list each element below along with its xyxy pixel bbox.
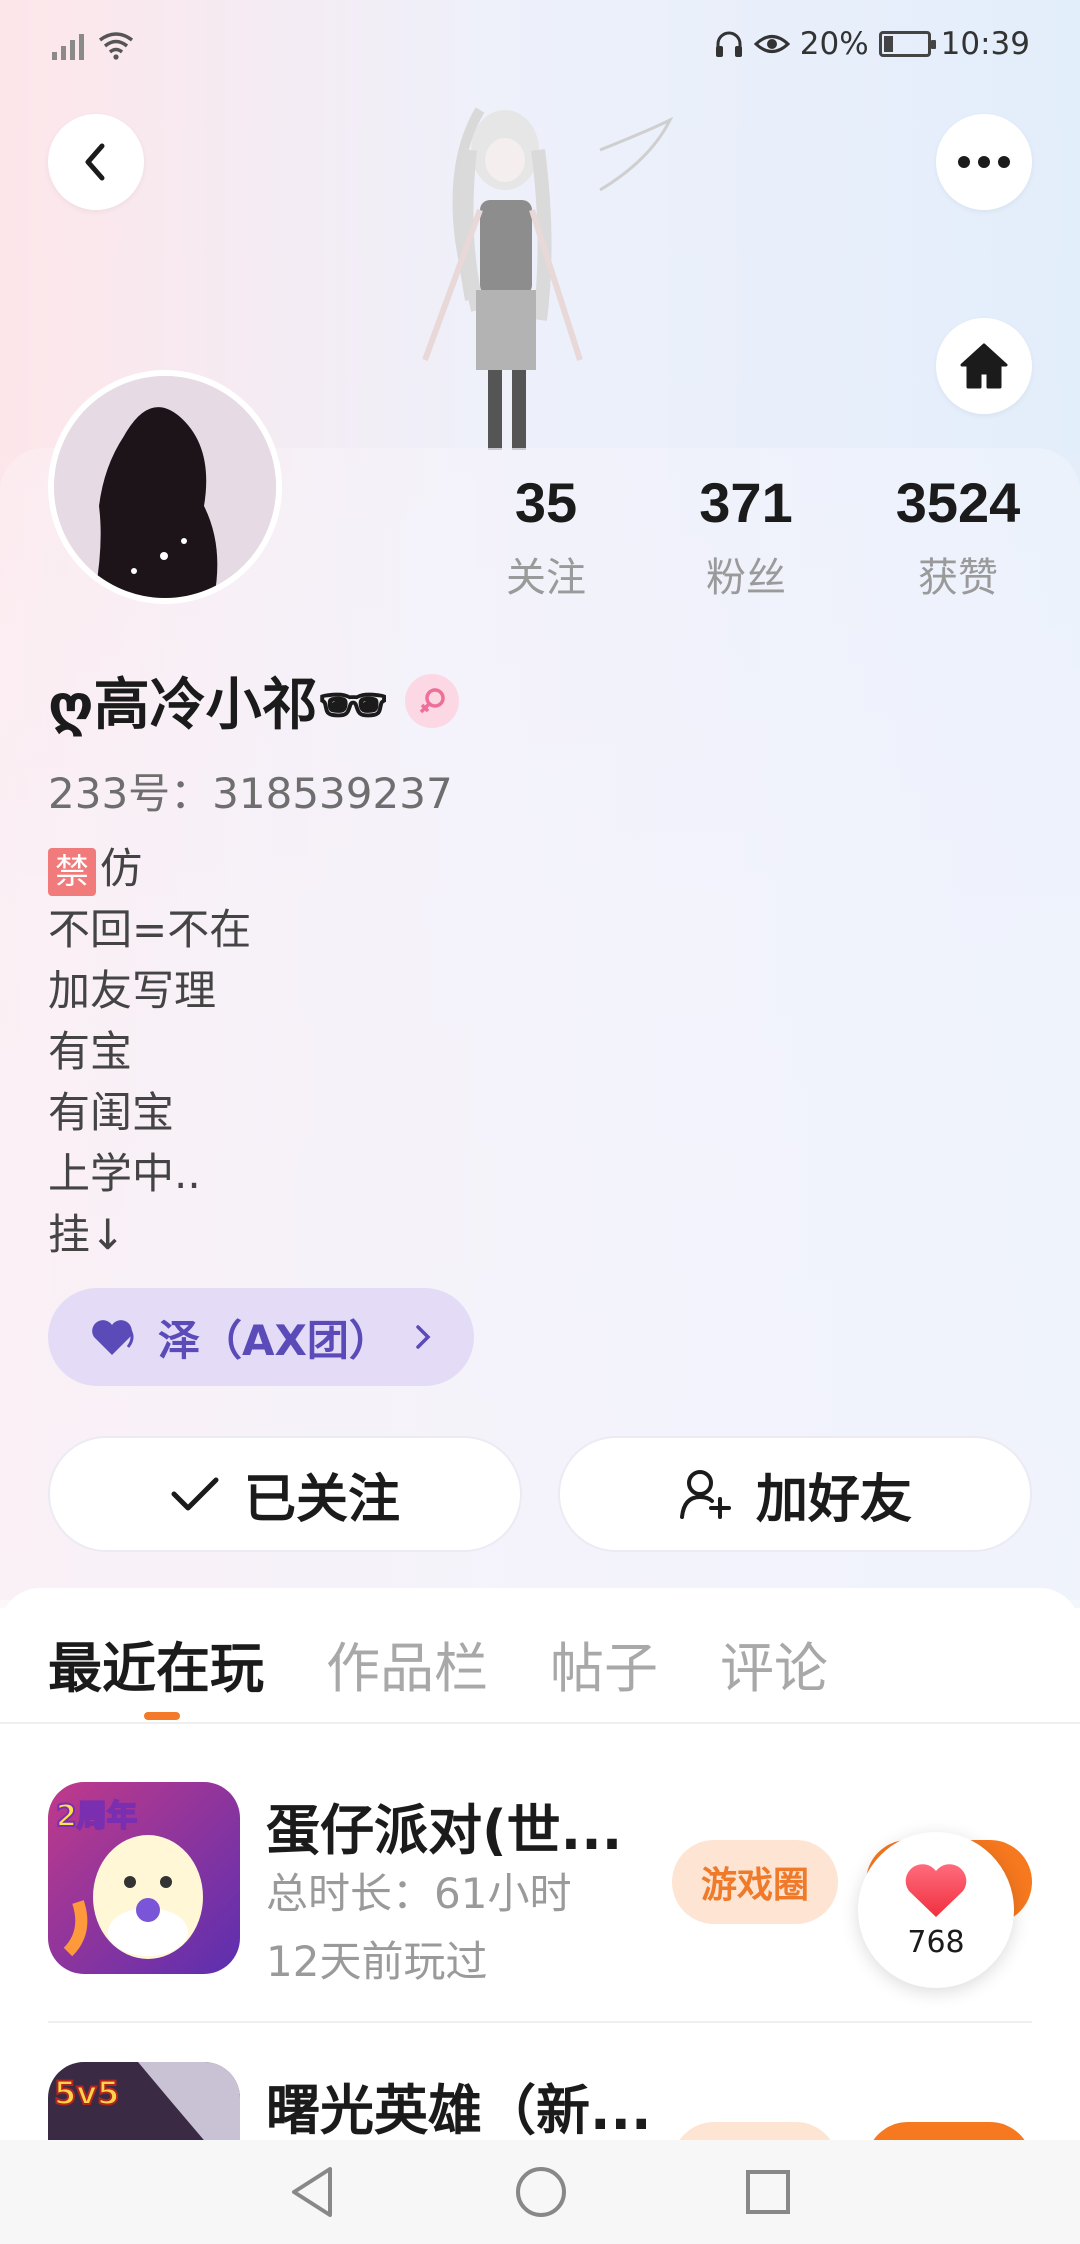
svg-text:2周年: 2周年 [56, 1799, 137, 1834]
avatar[interactable] [48, 370, 282, 604]
home-button[interactable] [936, 318, 1032, 414]
tab-posts[interactable]: 帖子 [550, 1624, 658, 1703]
ban-mark: 禁 [48, 847, 96, 896]
nav-back-icon[interactable] [288, 2165, 338, 2219]
svg-text:5v5: 5v5 [54, 2074, 119, 2112]
nav-recents-icon[interactable] [744, 2168, 792, 2216]
like-float-button[interactable]: 768 [858, 1832, 1014, 1988]
user-id: 233号：318539237 [48, 769, 453, 818]
female-gender-icon [404, 673, 459, 728]
game-duration: 总时长：61小时 [266, 1869, 572, 1918]
tab-indicator [144, 1712, 180, 1720]
heart-icon [905, 1863, 967, 1917]
group-name: 泽（AX团） [158, 1315, 391, 1365]
battery-percent: 20% [799, 26, 869, 62]
system-nav-bar [0, 2140, 1080, 2244]
profile-screen: 20% 10:39 35 关注 371 粉丝 3524 获赞 ღ高冷小祁🕶 23… [0, 0, 1080, 2244]
chevron-right-icon [416, 1325, 431, 1349]
like-count: 768 [907, 1924, 965, 1960]
stat-followers[interactable]: 371 粉丝 [646, 470, 846, 603]
battery-icon [878, 31, 936, 57]
more-dots-icon [958, 156, 1010, 168]
tab-works[interactable]: 作品栏 [326, 1624, 488, 1703]
more-button[interactable] [936, 114, 1032, 210]
game-icon-eggy-party[interactable]: 2周年 [48, 1782, 240, 1974]
following-button[interactable]: 已关注 [48, 1436, 522, 1552]
tab-recent-play[interactable]: 最近在玩 [48, 1624, 264, 1703]
add-user-icon [679, 1470, 731, 1519]
list-item[interactable]: 5v5 曙光英雄（新... [48, 2062, 1032, 2140]
heart-badge-icon [92, 1320, 134, 1355]
nav-home-icon[interactable] [514, 2165, 568, 2219]
bio: 禁仿 不回=不在 加友写理 有宝 有闺宝 上学中.. 挂↓ [48, 844, 252, 1259]
group-chip[interactable]: 泽（AX团） [48, 1288, 474, 1386]
stat-likes[interactable]: 3524 获赞 [858, 470, 1058, 603]
tab-bar: 最近在玩 作品栏 帖子 评论 [48, 1624, 828, 1703]
check-icon [171, 1477, 219, 1511]
game-circle-button[interactable] [672, 2122, 838, 2140]
game-last-played: 12天前玩过 [266, 1937, 488, 1986]
signal-icon [52, 30, 84, 60]
game-icon-dawn-hero[interactable]: 5v5 [48, 2062, 240, 2140]
status-bar: 20% 10:39 [0, 0, 1080, 96]
game-title: 蛋仔派对(世... [266, 1799, 623, 1862]
game-title: 曙光英雄（新... [266, 2079, 652, 2140]
add-friend-button[interactable]: 加好友 [558, 1436, 1032, 1552]
clock: 10:39 [940, 26, 1030, 62]
headphones-icon [715, 31, 742, 57]
game-circle-button[interactable]: 游戏圈 [672, 1840, 838, 1924]
chevron-left-icon [85, 143, 105, 181]
wifi-icon [98, 32, 134, 60]
back-button[interactable] [48, 114, 144, 210]
tab-comments[interactable]: 评论 [720, 1624, 828, 1703]
eye-comfort-icon [753, 35, 790, 53]
character-figure [422, 107, 674, 450]
home-icon [960, 343, 1008, 389]
nickname: ღ高冷小祁🕶 [48, 673, 389, 738]
game-play-button[interactable] [866, 2122, 1032, 2140]
stat-following[interactable]: 35 关注 [446, 470, 646, 603]
